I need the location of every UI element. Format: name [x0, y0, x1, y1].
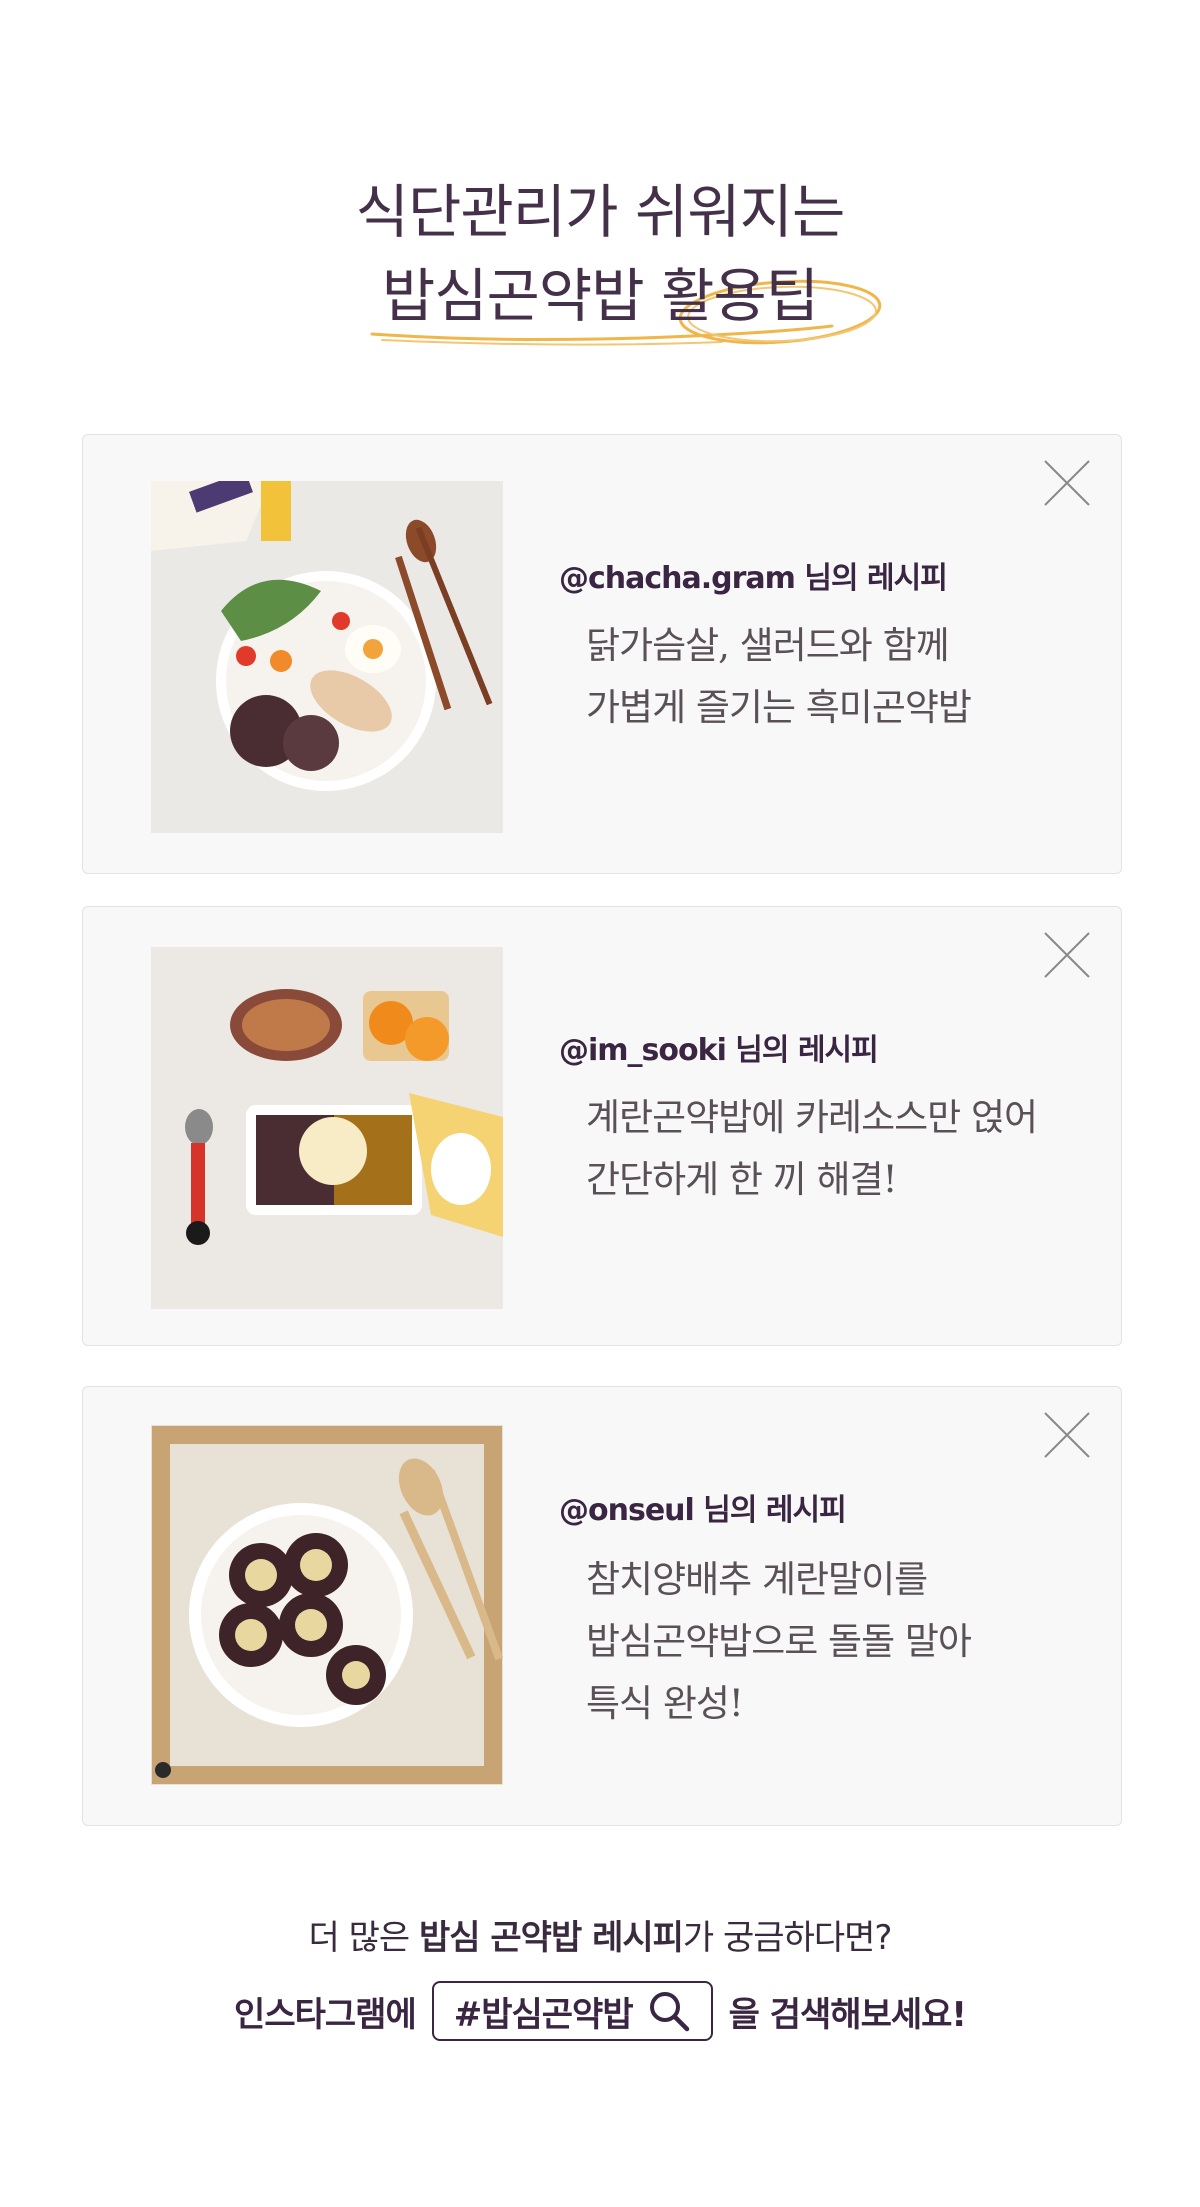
search-icon [649, 1992, 689, 2032]
close-icon[interactable] [1043, 459, 1091, 507]
recipe-card: @im_sooki 님의 레시피 계란곤약밥에 카레소스만 얹어 간단하게 한 … [82, 906, 1122, 1346]
recipe-photo [151, 1425, 503, 1785]
footer-cta: 더 많은 밥심 곤약밥 레시피가 궁금하다면? 인스타그램에 #밥심곤약밥 을 … [0, 1910, 1200, 2041]
recipe-photo [151, 947, 503, 1309]
curry-rice-tray-image [151, 947, 503, 1309]
recipe-author[interactable]: @onseul 님의 레시피 [559, 1485, 847, 1529]
title-line-2: 밥심곤약밥 활용팁 [381, 262, 819, 330]
rice-salad-plate-image [151, 481, 503, 833]
recipe-description: 닭가슴살, 샐러드와 함께 가볍게 즐기는 흑미곤약밥 [586, 624, 972, 729]
recipe-description: 계란곤약밥에 카레소스만 얹어 간단하게 한 끼 해결! [586, 1096, 1038, 1201]
footer-question: 더 많은 밥심 곤약밥 레시피가 궁금하다면? [308, 1918, 893, 1958]
recipe-description: 참치양배추 계란말이를 밥심곤약밥으로 돌돌 말아 특식 완성! [586, 1558, 972, 1725]
hashtag-text: #밥심곤약밥 [453, 1994, 634, 2035]
footer-instruction: 인스타그램에 #밥심곤약밥 을 검색해보세요! [0, 1981, 1200, 2041]
rolled-rice-plate-image [151, 1425, 503, 1785]
recipe-author[interactable]: @chacha.gram 님의 레시피 [559, 553, 948, 597]
title-line-1: 식단관리가 쉬워지는 [355, 178, 846, 246]
recipe-photo [151, 481, 503, 833]
close-icon[interactable] [1043, 1411, 1091, 1459]
recipe-card: @chacha.gram 님의 레시피 닭가슴살, 샐러드와 함께 가볍게 즐기… [82, 434, 1122, 874]
recipe-author[interactable]: @im_sooki 님의 레시피 [559, 1025, 879, 1069]
close-icon[interactable] [1043, 931, 1091, 979]
hashtag-search-box[interactable]: #밥심곤약밥 [431, 1981, 713, 2041]
recipe-card: @onseul 님의 레시피 참치양배추 계란말이를 밥심곤약밥으로 돌돌 말아… [82, 1386, 1122, 1826]
page-title: 식단관리가 쉬워지는 밥심곤약밥 활용팁 [0, 170, 1200, 346]
